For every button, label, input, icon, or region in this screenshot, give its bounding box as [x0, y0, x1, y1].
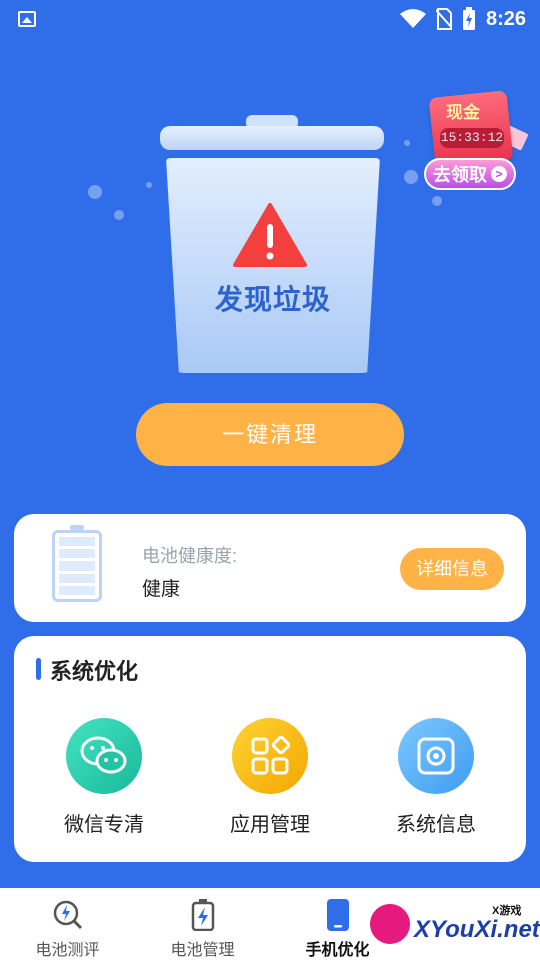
claim-reward-button[interactable]: 去领取 > — [424, 158, 516, 190]
cash-reward-badge[interactable]: 现金 15:33:12 去领取 > — [418, 90, 529, 200]
section-accent-bar — [36, 658, 41, 680]
nav-battery-manage[interactable]: 电池管理 — [135, 888, 270, 960]
section-title: 系统优化 — [50, 659, 139, 684]
battery-health-label: 电池健康度: — [142, 546, 238, 566]
battery-manage-icon — [186, 898, 220, 932]
wechat-clean-label: 微信专清 — [64, 814, 144, 836]
warning-icon — [233, 203, 307, 267]
watermark-text: XYouXi.net — [414, 916, 540, 943]
app-manage-tool[interactable]: 应用管理 — [200, 718, 340, 837]
status-icons: 8:26 — [399, 7, 526, 31]
nav-phone-optimize-label: 手机优化 — [305, 942, 370, 959]
decor-bubble — [404, 170, 418, 184]
no-sim-icon — [435, 8, 452, 30]
battery-health-value: 健康 — [142, 579, 181, 600]
wechat-clean-tool[interactable]: 微信专清 — [34, 718, 174, 837]
status-bar: 8:26 — [0, 0, 540, 38]
system-info-label: 系统信息 — [396, 814, 476, 836]
reward-cash-label: 现金 — [446, 103, 480, 122]
gallery-icon — [18, 11, 36, 27]
battery-charging-icon — [462, 7, 475, 30]
site-watermark: X游戏 XYouXi.net — [364, 896, 540, 956]
wifi-icon — [399, 9, 426, 28]
status-time: 8:26 — [485, 7, 526, 30]
decor-bubble — [88, 185, 102, 199]
battery-health-card: 电池健康度: 健康 详细信息 — [14, 514, 526, 622]
decor-bubble — [114, 210, 124, 220]
watermark-logo-icon — [364, 898, 416, 950]
app-grid-icon — [232, 718, 308, 794]
nav-battery-manage-label: 电池管理 — [170, 942, 235, 959]
battery-test-icon — [51, 898, 85, 932]
app-manage-label: 应用管理 — [230, 814, 310, 836]
battery-icon — [52, 525, 102, 602]
trash-can-lid — [160, 126, 384, 150]
reward-countdown: 15:33:12 — [440, 128, 504, 148]
wechat-icon — [66, 718, 142, 794]
settings-icon — [398, 718, 474, 794]
chevron-right-icon: > — [491, 166, 507, 182]
system-optimize-card: 系统优化 微信专清 应用管理 系统信息 — [14, 636, 526, 862]
nav-battery-test-label: 电池测评 — [35, 942, 100, 959]
junk-found-text: 发现垃圾 — [214, 284, 331, 315]
system-info-tool[interactable]: 系统信息 — [366, 718, 506, 837]
decor-bubble — [146, 182, 152, 188]
detail-info-button[interactable]: 详细信息 — [400, 548, 504, 590]
decor-bubble — [404, 140, 410, 146]
nav-battery-test[interactable]: 电池测评 — [0, 888, 135, 960]
phone-icon — [321, 898, 355, 932]
claim-reward-label: 去领取 — [433, 165, 487, 185]
one-click-clean-button[interactable]: 一键清理 — [136, 403, 404, 466]
